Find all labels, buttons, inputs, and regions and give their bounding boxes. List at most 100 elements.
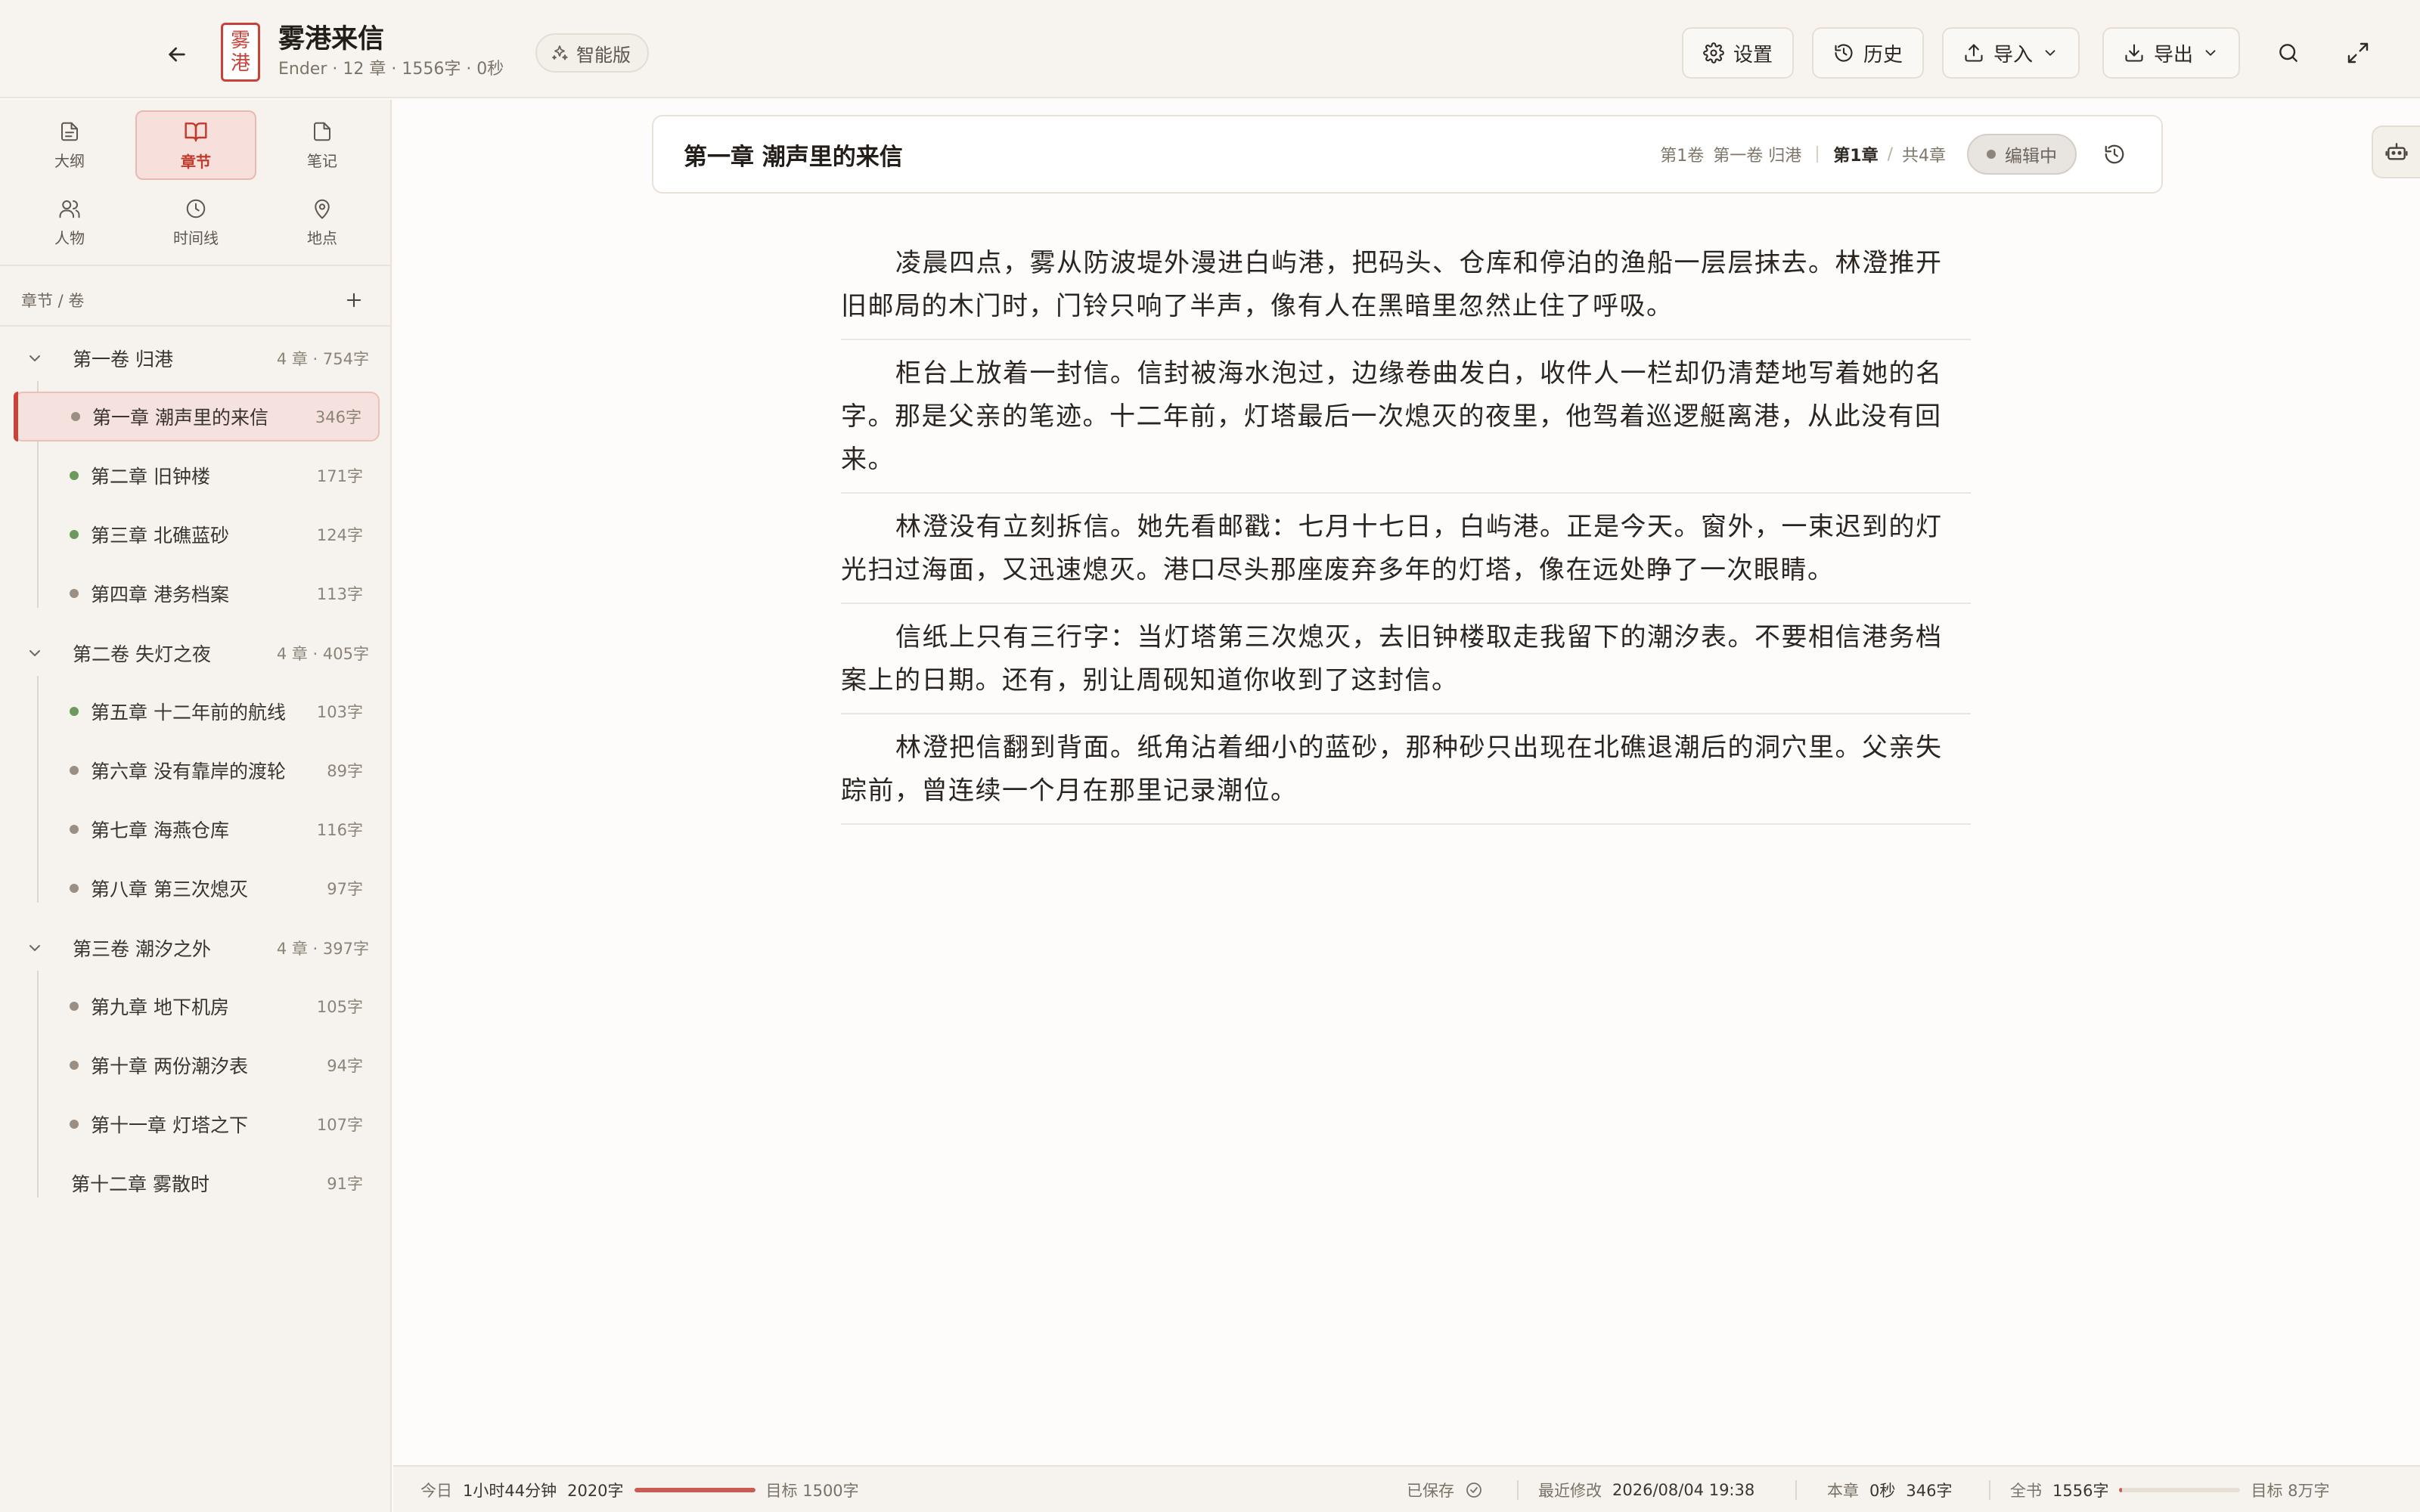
crumb-divider [1817, 146, 1819, 163]
settings-button[interactable]: 设置 [1682, 27, 1795, 79]
paragraph[interactable]: 信纸上只有三行字：当灯塔第三次熄灭，去旧钟楼取走我留下的潮汐表。不要相信港务档案… [841, 609, 1971, 714]
chapter-item[interactable]: 第三章 北礁蓝砂 124字 [53, 510, 380, 559]
status-dot [70, 1002, 79, 1011]
history-button[interactable]: 历史 [1812, 27, 1925, 79]
paragraph[interactable]: 凌晨四点，雾从防波堤外漫进白屿港，把码头、仓库和停泊的渔船一层层抹去。林澄推开旧… [841, 234, 1971, 340]
breadcrumb: 第1卷 第一卷 归港 第1章 / 共4章 [1660, 142, 1946, 166]
chapter-count: 97字 [327, 880, 363, 898]
export-button[interactable]: 导出 [2102, 27, 2241, 79]
chapter-item[interactable]: 第九章 地下机房 105字 [53, 981, 380, 1031]
chapter-editor[interactable]: 凌晨四点，雾从防波堤外漫进白屿港，把码头、仓库和停泊的渔船一层层抹去。林澄推开旧… [841, 234, 1971, 829]
chapter-count: 94字 [327, 1057, 363, 1075]
chapter-title: 第四章 港务档案 [91, 584, 229, 606]
download-icon [2125, 44, 2143, 62]
chevron-down-icon [2045, 50, 2055, 56]
document-icon [61, 122, 78, 141]
chapter-item[interactable]: 第十章 两份潮汐表 94字 [53, 1040, 380, 1090]
chapter-item[interactable]: 第二章 旧钟楼 171字 [53, 451, 380, 500]
status-dot [1987, 150, 1996, 159]
divider [1795, 1480, 1797, 1500]
map-pin-icon [315, 199, 330, 218]
plus-icon [346, 293, 361, 308]
volume-row[interactable]: 第二卷 失灯之夜 4 章 · 405字 [21, 631, 369, 676]
chapter-count: 171字 [316, 467, 363, 485]
chapter-item[interactable]: 第七章 海燕仓库 116字 [53, 804, 380, 854]
chapter-item[interactable]: 第六章 没有靠岸的渡轮 89字 [53, 745, 380, 795]
chapter-words: 346字 [1906, 1482, 1953, 1500]
tree-line [37, 971, 39, 1198]
status-dot [70, 1061, 79, 1070]
fullscreen-button[interactable] [2340, 35, 2376, 71]
volume-row[interactable]: 第三卷 潮汐之外 4 章 · 397字 [21, 925, 369, 971]
nav-chapters[interactable]: 章节 [135, 110, 256, 180]
status-dot [70, 766, 79, 775]
ai-assistant-tab[interactable] [2372, 125, 2420, 178]
today-words: 2020字 [567, 1482, 624, 1500]
saved-label: 已保存 [1407, 1482, 1454, 1500]
chapter-label: 本章 [1827, 1482, 1859, 1500]
crumb-volume-name: 第一卷 归港 [1713, 147, 1802, 166]
chapter-count: 107字 [316, 1116, 363, 1134]
chapter-time: 0秒 [1869, 1482, 1896, 1500]
divider [0, 325, 390, 327]
chapter-title: 第六章 没有靠岸的渡轮 [91, 761, 286, 782]
divider [1989, 1480, 1990, 1500]
crumb-volume-number: 第1卷 [1660, 147, 1705, 166]
status-dot [70, 1120, 79, 1129]
divider [0, 265, 390, 266]
chapter-count: 91字 [327, 1175, 363, 1193]
chapter-title: 第二章 旧钟楼 [91, 466, 210, 488]
clock-icon [186, 199, 206, 218]
today-label: 今日 [420, 1482, 452, 1500]
status-dot [70, 707, 79, 716]
chapter-title: 第九章 地下机房 [91, 996, 229, 1018]
top-bar: 雾 港 雾港来信 Ender · 12 章 · 1556字 · 0秒 智能版 设… [0, 0, 2420, 98]
volume-meta: 4 章 · 754字 [276, 350, 369, 368]
history-icon [1835, 44, 1853, 62]
paragraph[interactable]: 柜台上放着一封信。信封被海水泡过，边缘卷曲发白，收件人一栏却仍清楚地写着她的名字… [841, 345, 1971, 494]
chapter-title: 第十章 两份潮汐表 [91, 1055, 248, 1077]
expand-icon [2347, 42, 2369, 64]
search-icon [2279, 44, 2297, 62]
chapter-item[interactable]: 第十二章 雾散时 91字 [53, 1158, 380, 1208]
gear-icon [1703, 42, 1724, 64]
status-dot [71, 412, 80, 421]
chapter-heading: 第一章 潮声里的来信 [684, 143, 903, 171]
today-progress-bar [634, 1488, 755, 1492]
sparkle-icon [552, 45, 568, 60]
import-button[interactable]: 导入 [1942, 27, 2080, 79]
chapter-section-header: 章节 / 卷 [21, 281, 369, 319]
nav-outline[interactable]: 大纲 [9, 110, 130, 180]
book-words: 1556字 [2052, 1482, 2109, 1500]
volume-row[interactable]: 第一卷 归港 4 章 · 754字 [21, 336, 369, 381]
crumb-total: 共4章 [1902, 147, 1946, 166]
nav-locations[interactable]: 地点 [262, 187, 383, 257]
logo-char-bottom: 港 [230, 52, 250, 75]
book-meta: Ender · 12 章 · 1556字 · 0秒 [278, 60, 504, 79]
paragraph[interactable]: 林澄没有立刻拆信。她先看邮戳：七月十七日，白屿港。正是今天。窗外，一束迟到的灯光… [841, 498, 1971, 604]
nav-timeline[interactable]: 时间线 [135, 187, 256, 257]
status-dot [70, 589, 79, 598]
search-button[interactable] [2270, 35, 2307, 71]
add-chapter-button[interactable] [339, 285, 369, 315]
book-label: 全书 [2010, 1482, 2042, 1500]
chapter-item[interactable]: 第八章 第三次熄灭 97字 [53, 863, 380, 913]
status-dot [70, 530, 79, 539]
smart-edition-label: 智能版 [576, 44, 631, 66]
history-label: 历史 [1863, 43, 1903, 67]
chapter-item[interactable]: 第五章 十二年前的航线 103字 [53, 686, 380, 736]
paragraph[interactable]: 林澄把信翻到背面。纸角沾着细小的蓝砂，那种砂只出现在北礁退潮后的洞穴里。父亲失踪… [841, 719, 1971, 825]
nav-characters[interactable]: 人物 [9, 187, 130, 257]
smart-edition-badge[interactable]: 智能版 [535, 33, 649, 73]
history-icon [2105, 144, 2124, 164]
editing-status-badge[interactable]: 编辑中 [1967, 134, 2077, 175]
chapter-history-button[interactable] [2098, 138, 2131, 171]
editing-status-label: 编辑中 [2005, 147, 2057, 166]
nav-notes[interactable]: 笔记 [262, 110, 383, 180]
chapter-title: 第八章 第三次熄灭 [91, 878, 248, 900]
chapter-item[interactable]: 第十一章 灯塔之下 107字 [53, 1099, 380, 1149]
back-button[interactable] [159, 36, 195, 73]
chapter-item[interactable]: 第四章 港务档案 113字 [53, 569, 380, 618]
chapter-item-active[interactable]: 第一章 潮声里的来信 346字 [14, 392, 380, 442]
chevron-down-icon [2205, 50, 2216, 56]
